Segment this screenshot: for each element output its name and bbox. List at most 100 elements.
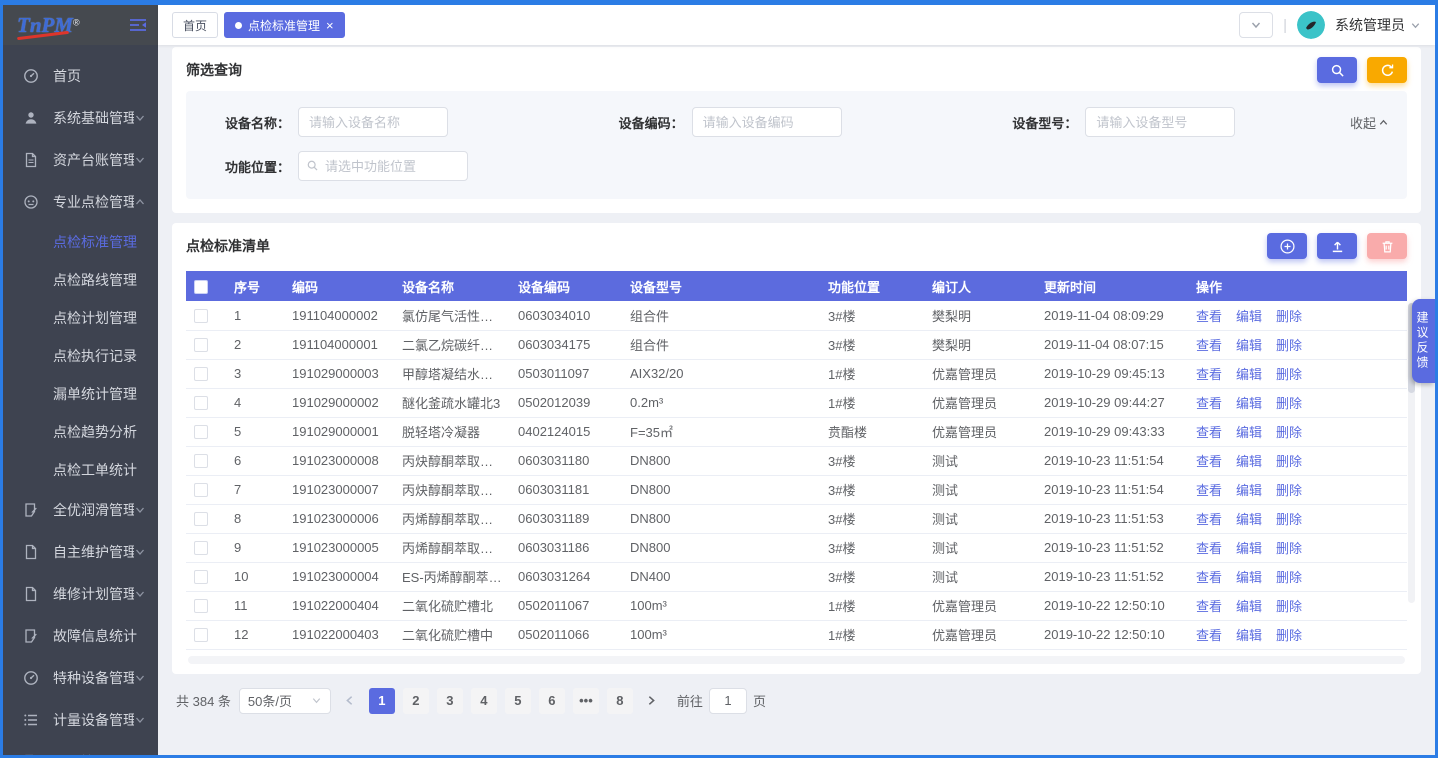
view-link[interactable]: 查看: [1196, 454, 1222, 469]
edit-link[interactable]: 编辑: [1236, 367, 1262, 382]
page-button[interactable]: 6: [539, 688, 565, 714]
edit-link[interactable]: 编辑: [1236, 454, 1262, 469]
delete-link[interactable]: 删除: [1276, 338, 1302, 353]
row-checkbox[interactable]: [194, 425, 208, 439]
chevron-down-icon: [134, 672, 146, 684]
sidebar-item[interactable]: 专业点检管理: [3, 181, 158, 223]
sidebar-subitem[interactable]: 点检标准管理: [3, 223, 158, 261]
view-link[interactable]: 查看: [1196, 541, 1222, 556]
add-button[interactable]: [1267, 233, 1307, 259]
device-model-input[interactable]: [1085, 107, 1235, 137]
edit-link[interactable]: 编辑: [1236, 396, 1262, 411]
page-size-select[interactable]: 50条/页: [239, 688, 331, 714]
sidebar-item[interactable]: 计量设备管理: [3, 699, 158, 741]
view-link[interactable]: 查看: [1196, 628, 1222, 643]
delete-link[interactable]: 删除: [1276, 541, 1302, 556]
view-link[interactable]: 查看: [1196, 367, 1222, 382]
row-checkbox[interactable]: [194, 396, 208, 410]
user-menu[interactable]: 系统管理员: [1335, 15, 1421, 35]
prev-page-button[interactable]: [339, 688, 361, 714]
view-link[interactable]: 查看: [1196, 396, 1222, 411]
function-location-input[interactable]: [298, 151, 468, 181]
sidebar-item[interactable]: 全优润滑管理: [3, 489, 158, 531]
edit-link[interactable]: 编辑: [1236, 599, 1262, 614]
view-link[interactable]: 查看: [1196, 425, 1222, 440]
delete-link[interactable]: 删除: [1276, 367, 1302, 382]
delete-link[interactable]: 删除: [1276, 483, 1302, 498]
sidebar-subitem[interactable]: 点检执行记录: [3, 337, 158, 375]
sidebar-subitem[interactable]: 点检路线管理: [3, 261, 158, 299]
delete-link[interactable]: 删除: [1276, 570, 1302, 585]
device-code-input[interactable]: [692, 107, 842, 137]
more-pages-button[interactable]: •••: [573, 688, 599, 714]
delete-link[interactable]: 删除: [1276, 425, 1302, 440]
edit-link[interactable]: 编辑: [1236, 570, 1262, 585]
topbar-dropdown-button[interactable]: [1239, 12, 1273, 38]
delete-button[interactable]: [1367, 233, 1407, 259]
edit-link[interactable]: 编辑: [1236, 541, 1262, 556]
next-page-button[interactable]: [641, 688, 663, 714]
delete-link[interactable]: 删除: [1276, 454, 1302, 469]
sidebar-collapse-icon[interactable]: [128, 17, 148, 33]
sidebar-subitem[interactable]: 点检计划管理: [3, 299, 158, 337]
row-checkbox[interactable]: [194, 483, 208, 497]
sidebar-item[interactable]: 故障信息统计: [3, 615, 158, 657]
row-checkbox[interactable]: [194, 570, 208, 584]
collapse-filter-link[interactable]: 收起: [1350, 113, 1389, 132]
page-button[interactable]: 2: [403, 688, 429, 714]
sidebar-subitem[interactable]: 点检趋势分析: [3, 413, 158, 451]
edit-link[interactable]: 编辑: [1236, 628, 1262, 643]
row-checkbox[interactable]: [194, 454, 208, 468]
edit-link[interactable]: 编辑: [1236, 309, 1262, 324]
row-checkbox[interactable]: [194, 512, 208, 526]
view-link[interactable]: 查看: [1196, 599, 1222, 614]
page-button[interactable]: 1: [369, 688, 395, 714]
sidebar-item[interactable]: 资产台账管理: [3, 139, 158, 181]
feedback-side-tab[interactable]: 建议反馈: [1412, 299, 1435, 383]
select-all-checkbox[interactable]: [194, 280, 208, 294]
tab-home[interactable]: 首页: [172, 12, 218, 38]
avatar[interactable]: [1297, 11, 1325, 39]
sidebar-item[interactable]: 自主维护管理: [3, 531, 158, 573]
view-link[interactable]: 查看: [1196, 483, 1222, 498]
row-checkbox[interactable]: [194, 309, 208, 323]
view-link[interactable]: 查看: [1196, 338, 1222, 353]
edit-link[interactable]: 编辑: [1236, 512, 1262, 527]
sidebar-item[interactable]: 特种设备管理: [3, 657, 158, 699]
row-checkbox[interactable]: [194, 541, 208, 555]
table-cell: 1#楼: [820, 388, 924, 417]
page-button[interactable]: 3: [437, 688, 463, 714]
view-link[interactable]: 查看: [1196, 512, 1222, 527]
row-checkbox[interactable]: [194, 338, 208, 352]
device-name-input[interactable]: [298, 107, 448, 137]
row-checkbox[interactable]: [194, 628, 208, 642]
delete-link[interactable]: 删除: [1276, 309, 1302, 324]
sidebar-subitem[interactable]: 点检工单统计: [3, 451, 158, 489]
horizontal-scrollbar[interactable]: [188, 656, 1405, 664]
sidebar-item[interactable]: 维修计划管理: [3, 573, 158, 615]
delete-link[interactable]: 删除: [1276, 512, 1302, 527]
upload-button[interactable]: [1317, 233, 1357, 259]
search-button[interactable]: [1317, 57, 1357, 83]
delete-link[interactable]: 删除: [1276, 396, 1302, 411]
edit-link[interactable]: 编辑: [1236, 338, 1262, 353]
page-button[interactable]: 4: [471, 688, 497, 714]
goto-page-input[interactable]: [709, 688, 747, 714]
view-link[interactable]: 查看: [1196, 570, 1222, 585]
sidebar-item[interactable]: 首页: [3, 55, 158, 97]
edit-link[interactable]: 编辑: [1236, 425, 1262, 440]
tab-inspection-standard[interactable]: 点检标准管理 ×: [224, 12, 345, 38]
tab-close-icon[interactable]: ×: [326, 19, 334, 32]
sidebar-subitem[interactable]: 漏单统计管理: [3, 375, 158, 413]
delete-link[interactable]: 删除: [1276, 599, 1302, 614]
row-checkbox[interactable]: [194, 367, 208, 381]
view-link[interactable]: 查看: [1196, 309, 1222, 324]
row-checkbox[interactable]: [194, 599, 208, 613]
sidebar-item[interactable]: 系统基础管理: [3, 97, 158, 139]
edit-link[interactable]: 编辑: [1236, 483, 1262, 498]
page-button[interactable]: 8: [607, 688, 633, 714]
sidebar-item[interactable]: 工程管理: [3, 741, 158, 755]
page-button[interactable]: 5: [505, 688, 531, 714]
delete-link[interactable]: 删除: [1276, 628, 1302, 643]
refresh-button[interactable]: [1367, 57, 1407, 83]
